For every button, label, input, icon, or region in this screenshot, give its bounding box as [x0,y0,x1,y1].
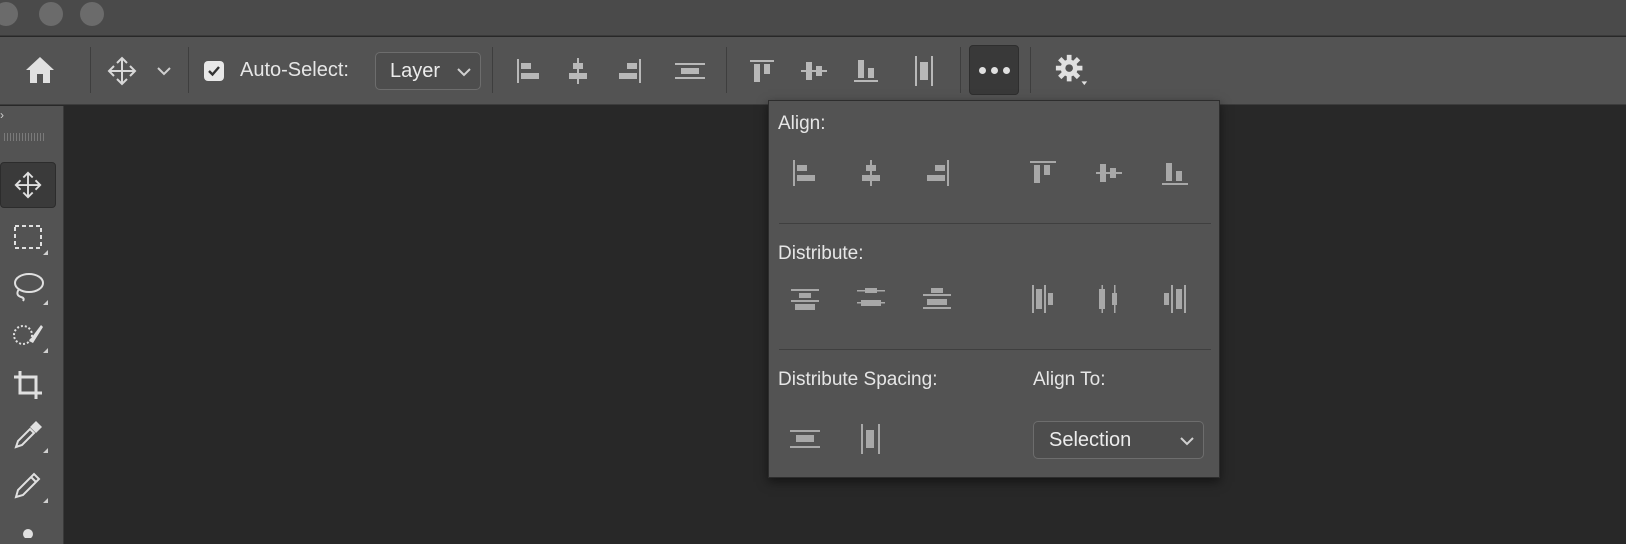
eyedropper-icon [14,421,42,449]
quick-selection-icon [13,325,43,345]
tools-panel: › [0,106,64,544]
crop-tool-button[interactable] [0,362,56,408]
distribute-horizontal-spacing-icon[interactable] [906,53,942,89]
distribute-vertical-spacing-icon[interactable] [785,419,825,459]
distribute-vertical-spacing-icon[interactable] [672,53,708,89]
move-tool-preset-icon[interactable] [104,53,140,89]
align-right-edges-icon[interactable] [612,53,648,89]
align-left-edges-icon[interactable] [785,153,825,193]
move-tool-button[interactable] [0,162,56,208]
align-horizontal-centers-icon[interactable] [560,53,596,89]
align-to-value: Selection [1049,429,1132,451]
lasso-tool-button[interactable] [0,264,56,310]
next-tool-button[interactable] [0,512,56,544]
distribute-horizontal-spacing-icon[interactable] [851,419,891,459]
more-options-icon[interactable] [969,45,1019,95]
align-vertical-centers-icon[interactable] [1089,153,1129,193]
auto-select-target-dropdown[interactable]: Layer [375,52,481,90]
chevron-down-icon [457,62,471,86]
distribute-horizontal-centers-icon[interactable] [1089,279,1129,319]
distribute-section-label: Distribute: [778,243,864,264]
auto-select-label: Auto-Select: [240,59,349,81]
pencil-icon [14,472,41,499]
eyedropper-tool-button[interactable] [0,412,56,458]
align-vertical-centers-icon[interactable] [796,53,832,89]
gear-icon[interactable] [1054,52,1090,88]
align-right-edges-icon[interactable] [917,153,957,193]
align-distribute-popup: Align: Distribute: Distribute Spacing: A… [768,100,1220,478]
align-bottom-edges-icon[interactable] [1155,153,1195,193]
align-top-edges-icon[interactable] [744,53,780,89]
brush-tool-button[interactable] [0,462,56,508]
options-bar: Auto-Select: Layer [0,37,1626,105]
minimize-window-button[interactable] [39,2,63,26]
align-to-dropdown[interactable]: Selection [1033,421,1204,459]
rectangular-marquee-icon [14,225,42,249]
section-divider [779,349,1211,350]
align-left-edges-icon[interactable] [510,53,546,89]
align-horizontal-centers-icon[interactable] [851,153,891,193]
crop-icon [14,371,42,399]
collapse-panel-icon[interactable]: › [0,108,4,122]
distribute-right-edges-icon[interactable] [1155,279,1195,319]
panel-grip[interactable] [4,133,44,141]
tool-icon [23,529,33,538]
quick-selection-tool-button[interactable] [0,312,56,358]
distribute-spacing-section-label: Distribute Spacing: [778,369,938,390]
close-window-button[interactable] [0,2,18,26]
distribute-top-edges-icon[interactable] [785,279,825,319]
section-divider [779,223,1211,224]
lasso-icon [14,273,44,302]
align-to-label: Align To: [1033,369,1106,390]
zoom-window-button[interactable] [80,2,104,26]
align-bottom-edges-icon[interactable] [848,53,884,89]
chevron-down-icon [1180,431,1194,455]
auto-select-checkbox[interactable] [204,61,224,81]
chevron-down-icon[interactable] [146,53,182,89]
align-section-label: Align: [778,113,826,134]
align-top-edges-icon[interactable] [1023,153,1063,193]
window-titlebar [0,0,1626,36]
auto-select-target-value: Layer [390,60,441,82]
distribute-vertical-centers-icon[interactable] [851,279,891,319]
move-icon [14,171,42,199]
home-icon[interactable] [22,52,58,88]
marquee-tool-button[interactable] [0,214,56,260]
distribute-bottom-edges-icon[interactable] [917,279,957,319]
distribute-left-edges-icon[interactable] [1023,279,1063,319]
